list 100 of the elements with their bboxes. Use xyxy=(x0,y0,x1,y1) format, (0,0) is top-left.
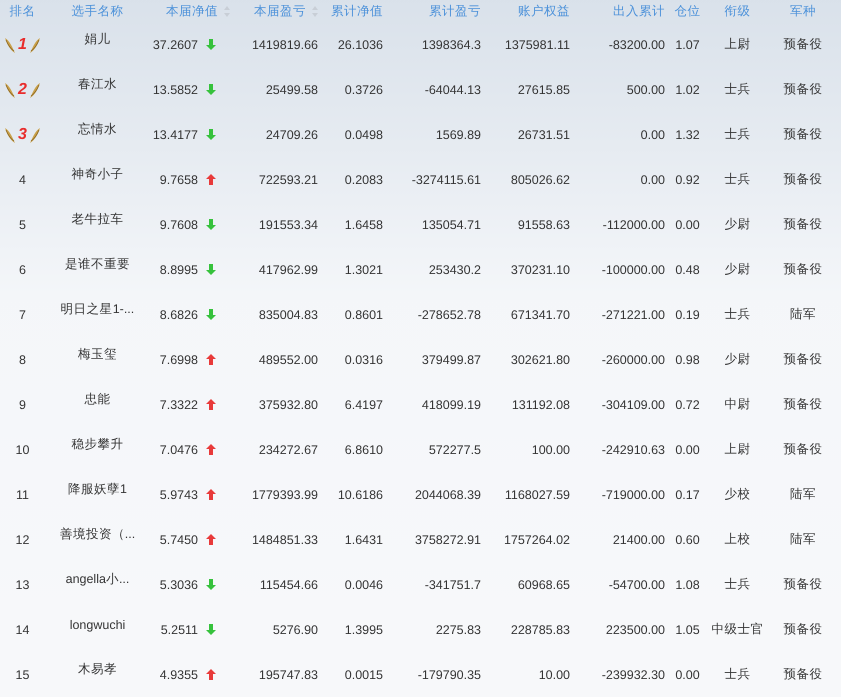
table-cell: 2275.83 xyxy=(436,622,481,636)
column-header: 累计盈亏 xyxy=(429,2,481,20)
table-cell: 预备役 xyxy=(784,666,822,683)
player-name[interactable]: 神奇小子 xyxy=(72,166,124,183)
table-cell: 1419819.66 xyxy=(252,38,318,52)
table-cell: 预备役 xyxy=(784,576,822,593)
net-value: 7.3322 xyxy=(160,398,198,412)
table-cell: 6.8610 xyxy=(344,442,383,456)
net-value: 4.9355 xyxy=(160,668,198,682)
table-cell: 预备役 xyxy=(784,396,822,413)
table-cell: 500.00 xyxy=(626,82,665,96)
table-cell: 24709.26 xyxy=(266,128,318,142)
player-name[interactable]: 降服妖孽1 xyxy=(68,481,127,498)
table-cell: 0.00 xyxy=(675,668,700,682)
table-cell: 1398364.3 xyxy=(422,38,481,52)
rank-number: 14 xyxy=(16,622,30,636)
player-name[interactable]: angella小... xyxy=(66,571,130,588)
table-cell: 195747.83 xyxy=(258,668,318,682)
column-header: 排名 xyxy=(10,2,36,20)
table-cell: 5276.90 xyxy=(272,622,318,636)
column-header: 账户权益 xyxy=(518,2,570,20)
column-header: 出入累计 xyxy=(613,2,665,20)
table-cell: -54700.00 xyxy=(608,578,665,592)
rank-number: 8 xyxy=(19,352,26,366)
table-cell: 26731.51 xyxy=(518,128,570,142)
table-cell: 302621.80 xyxy=(510,352,570,366)
table-cell: 253430.2 xyxy=(428,262,481,276)
column-header: 选手名称 xyxy=(72,2,124,20)
player-name[interactable]: 忠能 xyxy=(84,391,110,408)
net-value: 8.8995 xyxy=(160,262,198,276)
table-cell: 1569.89 xyxy=(436,128,481,142)
rank-number: 15 xyxy=(16,668,30,682)
wing-icon xyxy=(28,80,41,98)
table-cell: 418099.19 xyxy=(422,398,481,412)
player-name[interactable]: 娟儿 xyxy=(84,31,110,48)
net-value: 9.7658 xyxy=(160,172,198,186)
net-value: 13.4177 xyxy=(152,128,198,142)
player-name[interactable]: 是谁不重要 xyxy=(65,256,130,273)
table-cell: 1.6458 xyxy=(344,218,383,232)
player-name[interactable]: 梅玉玺 xyxy=(78,346,117,363)
column-header: 累计净值 xyxy=(331,2,383,20)
table-cell: 上校 xyxy=(724,531,750,548)
wing-icon xyxy=(4,126,16,144)
player-name[interactable]: 稳步攀升 xyxy=(72,436,124,453)
table-cell: 835004.83 xyxy=(258,308,318,322)
table-cell: 0.0046 xyxy=(344,578,383,592)
table-cell: -242910.63 xyxy=(602,442,665,456)
rank-number: 5 xyxy=(19,218,26,232)
player-name[interactable]: 忘情水 xyxy=(78,121,117,138)
table-cell: 预备役 xyxy=(784,441,822,458)
table-cell: 25499.58 xyxy=(266,82,318,96)
table-cell: 1.6431 xyxy=(344,532,383,546)
table-cell: -100000.00 xyxy=(602,262,665,276)
table-cell: 0.48 xyxy=(675,262,700,276)
table-cell: -260000.00 xyxy=(602,352,665,366)
net-value: 5.9743 xyxy=(160,488,198,502)
table-cell: 100.00 xyxy=(532,442,570,456)
table-cell: 士兵 xyxy=(724,81,750,98)
table-cell: 0.98 xyxy=(675,352,700,366)
table-cell: 中级士官 xyxy=(712,621,764,638)
table-cell: 1.02 xyxy=(675,82,700,96)
player-name[interactable]: longwuchi xyxy=(70,618,126,632)
player-name[interactable]: 春江水 xyxy=(78,76,117,93)
net-value: 5.2511 xyxy=(160,622,198,636)
table-cell: 0.72 xyxy=(675,398,700,412)
table-cell: 0.2083 xyxy=(344,172,383,186)
table-cell: 陆军 xyxy=(790,531,816,548)
table-cell: 预备役 xyxy=(784,171,822,188)
table-cell: 中尉 xyxy=(724,396,750,413)
net-value: 5.3036 xyxy=(160,578,198,592)
rank-number: 12 xyxy=(16,532,30,546)
table-cell: 0.0015 xyxy=(344,668,383,682)
net-value: 9.7608 xyxy=(160,218,198,232)
table-cell: 上尉 xyxy=(724,441,750,458)
player-name[interactable]: 善境投资（... xyxy=(60,526,136,543)
table-cell: 0.8601 xyxy=(344,308,383,322)
rank-number: 10 xyxy=(16,442,30,456)
player-name[interactable]: 明日之星1-... xyxy=(60,301,134,318)
table-cell: 0.00 xyxy=(675,442,700,456)
table-cell: 489552.00 xyxy=(258,352,318,366)
rank-number: 7 xyxy=(19,308,26,322)
table-cell: 131192.08 xyxy=(512,398,570,412)
table-cell: 1375981.11 xyxy=(504,38,570,52)
column-header: 衔级 xyxy=(724,2,750,20)
player-name[interactable]: 木易孝 xyxy=(78,661,117,678)
table-cell: 少尉 xyxy=(724,351,750,368)
column-header: 仓位 xyxy=(674,2,700,20)
table-cell: -271221.00 xyxy=(602,308,665,322)
wing-icon xyxy=(4,80,16,98)
table-cell: 少尉 xyxy=(724,261,750,278)
wing-icon xyxy=(28,36,41,54)
table-cell: 士兵 xyxy=(724,171,750,188)
table-cell: -112000.00 xyxy=(602,218,665,232)
table-cell: 陆军 xyxy=(790,486,816,503)
table-cell: 0.3726 xyxy=(344,82,383,96)
net-value: 37.2607 xyxy=(152,38,198,52)
table-cell: 士兵 xyxy=(724,306,750,323)
table-cell: 91558.63 xyxy=(518,218,570,232)
player-name[interactable]: 老牛拉车 xyxy=(72,211,124,228)
table-cell: -278652.78 xyxy=(418,308,481,322)
